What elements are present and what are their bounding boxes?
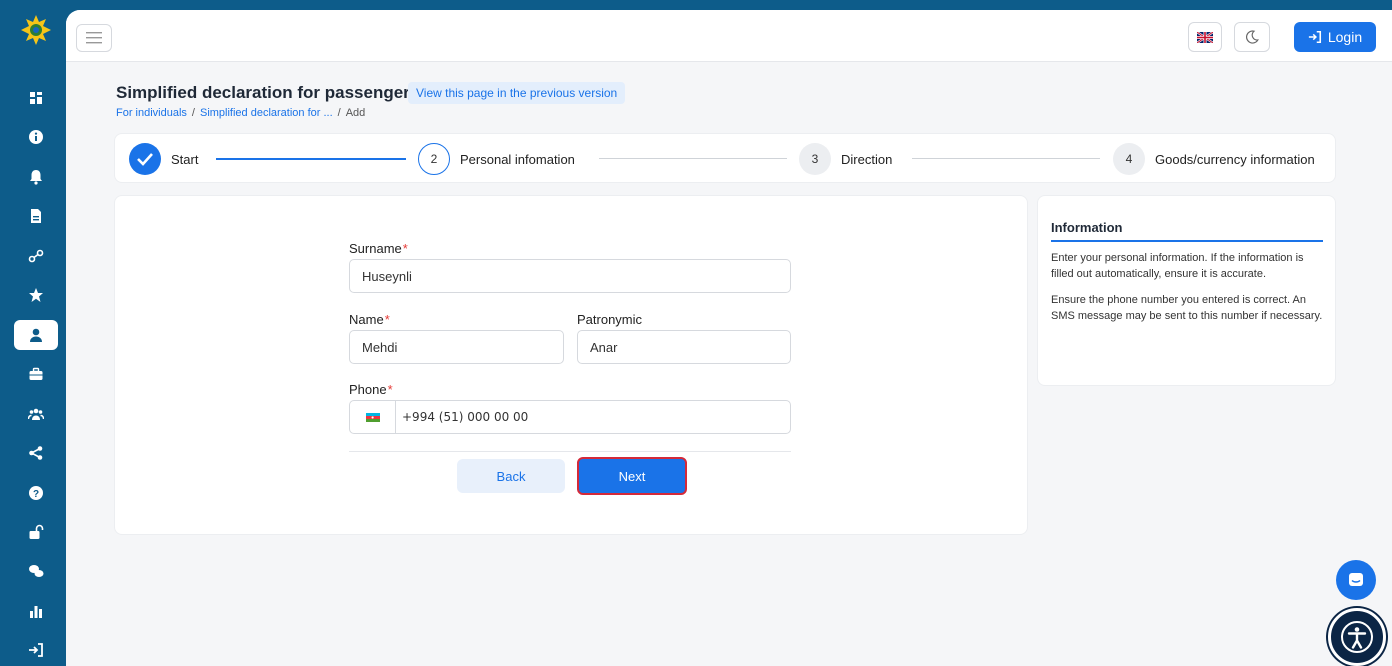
language-button[interactable]	[1188, 22, 1222, 52]
sidebar-item-signin[interactable]	[14, 635, 58, 665]
information-text: Enter your personal information. If the …	[1051, 252, 1304, 280]
document-icon	[31, 209, 41, 223]
step-number: 4	[1113, 143, 1145, 175]
name-label: Name*	[349, 312, 390, 327]
surname-label: Surname*	[349, 241, 408, 256]
sidebar-item-statistics[interactable]	[14, 596, 58, 626]
patronymic-label: Patronymic	[577, 312, 643, 327]
page-title: Simplified declaration for passengers	[116, 83, 420, 102]
bar-chart-icon	[30, 606, 42, 618]
sidebar-item-access[interactable]	[14, 517, 58, 547]
share-icon	[29, 446, 43, 460]
sidebar-item-personal[interactable]	[14, 320, 58, 350]
phone-value: +994 (51) 000 00 00	[402, 410, 529, 424]
live-chat-button[interactable]	[1336, 560, 1376, 600]
breadcrumb-separator: /	[191, 107, 195, 119]
sign-in-icon	[1308, 30, 1321, 44]
step-direction: 3 Direction	[799, 143, 892, 175]
sidebar-item-network[interactable]	[14, 241, 58, 271]
login-button[interactable]: Login	[1294, 22, 1376, 52]
information-panel: Information Enter your personal informat…	[1037, 195, 1336, 386]
breadcrumb: For individuals / Simplified declaration…	[116, 107, 365, 119]
briefcase-icon	[29, 367, 43, 380]
star-icon	[29, 288, 43, 302]
sidebar-item-notifications[interactable]	[14, 162, 58, 192]
theme-toggle-button[interactable]	[1234, 22, 1270, 52]
sidebar-item-share[interactable]	[14, 438, 58, 468]
question-icon: ?	[29, 486, 43, 500]
surname-field[interactable]: Huseynli	[349, 259, 791, 293]
phone-label: Phone*	[349, 382, 393, 397]
login-label: Login	[1327, 29, 1363, 45]
name-field[interactable]: Mehdi	[349, 330, 564, 364]
information-title: Information	[1051, 220, 1123, 235]
progress-stepper: Start 2 Personal infomation 3 Direction …	[114, 133, 1336, 183]
step-number: 2	[418, 143, 450, 175]
top-bar: Login	[66, 10, 1392, 62]
sidebar-item-business[interactable]	[14, 359, 58, 389]
step-label: Direction	[841, 151, 893, 167]
menu-toggle-button[interactable]	[76, 24, 112, 52]
step-personal-information: 2 Personal infomation	[418, 143, 575, 175]
chat-bubble-icon	[1349, 573, 1363, 586]
step-label: Goods/currency information	[1155, 151, 1315, 167]
information-underline	[1051, 240, 1323, 242]
chat-icon	[29, 565, 44, 577]
previous-version-link[interactable]: View this page in the previous version	[408, 82, 626, 104]
sidebar-item-help[interactable]: ?	[14, 478, 58, 508]
hamburger-icon	[86, 32, 102, 44]
step-number: 3	[799, 143, 831, 175]
patronymic-field[interactable]: Anar	[577, 330, 791, 364]
dashboard-icon	[30, 92, 42, 104]
sidebar-item-info[interactable]	[14, 122, 58, 152]
breadcrumb-separator: /	[337, 107, 341, 119]
information-text: Ensure the phone number you entered is c…	[1051, 294, 1323, 322]
user-icon	[30, 328, 42, 342]
breadcrumb-parent[interactable]: Simplified declaration for ...	[200, 107, 333, 119]
form-divider	[349, 451, 791, 452]
uk-flag-icon	[1197, 31, 1213, 43]
svg-text:?: ?	[33, 489, 39, 500]
back-button[interactable]: Back	[457, 459, 565, 493]
step-label: Start	[171, 151, 199, 167]
azerbaijan-flag-icon	[365, 412, 380, 422]
next-button[interactable]: Next	[577, 457, 687, 495]
sidebar-item-messages[interactable]	[14, 556, 58, 586]
unlock-icon	[29, 524, 44, 539]
step-connector	[912, 158, 1100, 159]
info-icon	[29, 130, 43, 144]
accessibility-icon	[1341, 621, 1373, 653]
network-icon	[28, 249, 44, 263]
step-goods-currency: 4 Goods/currency information	[1113, 143, 1315, 175]
breadcrumb-home[interactable]: For individuals	[116, 107, 187, 119]
phone-field[interactable]: +994 (51) 000 00 00	[349, 400, 791, 434]
sidebar-item-documents[interactable]	[14, 201, 58, 231]
main-frame: Login Simplified declaration for passeng…	[66, 10, 1392, 666]
emblem-logo[interactable]	[20, 14, 52, 46]
moon-icon	[1246, 30, 1259, 44]
users-icon	[28, 408, 44, 420]
sidebar-item-dashboard[interactable]	[14, 83, 58, 113]
sign-in-icon	[29, 643, 43, 657]
sidebar-item-groups[interactable]	[14, 399, 58, 429]
sidebar-item-favorites[interactable]	[14, 280, 58, 310]
step-start: Start	[129, 143, 198, 175]
country-code-selector[interactable]	[350, 401, 396, 433]
step-label: Personal infomation	[460, 151, 575, 167]
breadcrumb-current: Add	[345, 107, 366, 119]
check-icon	[129, 143, 161, 175]
sidebar: ?	[0, 0, 72, 666]
step-connector	[216, 158, 406, 160]
step-connector	[599, 158, 787, 159]
accessibility-button[interactable]	[1328, 608, 1386, 666]
personal-info-form: Surname* Huseynli Name* Mehdi Patronymic…	[114, 195, 1028, 535]
bell-icon	[30, 170, 42, 185]
